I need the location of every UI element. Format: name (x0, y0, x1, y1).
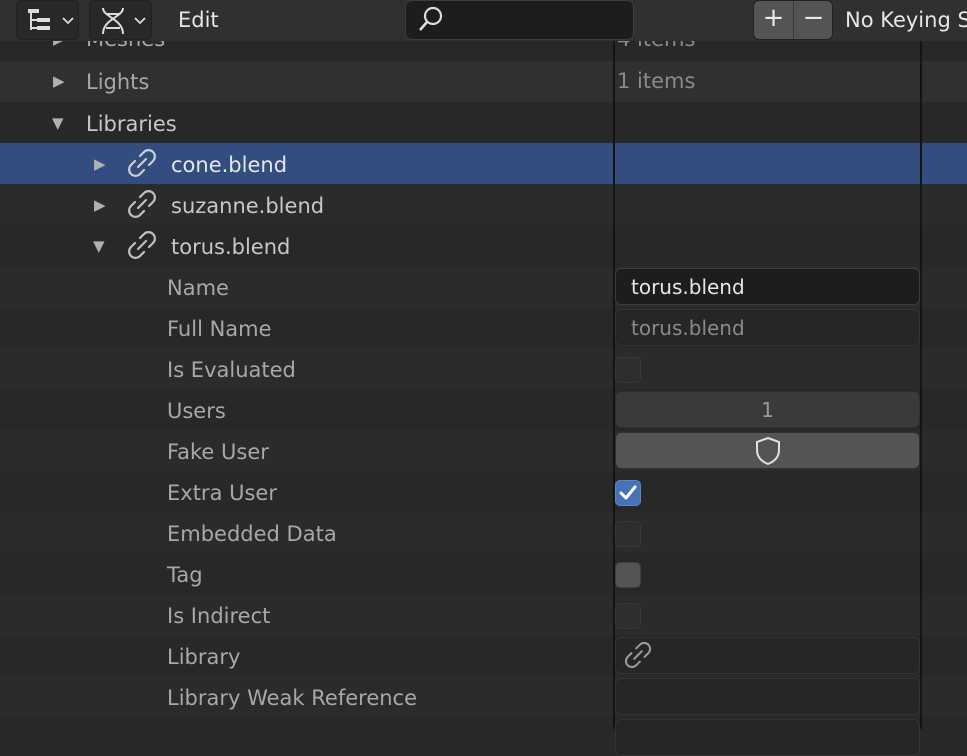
tree-item-torus-blend[interactable]: ▼ torus.blend (0, 225, 967, 266)
plus-icon[interactable]: + (754, 3, 793, 33)
tree-item-label: cone.blend (171, 153, 288, 177)
outliner-tree: ▶ Meshes 4 items ▶ Lights 1 items ▼ Libr… (0, 41, 967, 729)
search-icon (419, 6, 443, 31)
property-label: Embedded Data (167, 522, 337, 546)
is-evaluated-checkbox (615, 357, 641, 383)
keying-set-add-remove: + − (753, 0, 833, 40)
outliner-icon (28, 9, 50, 30)
tree-item-suzanne-blend[interactable]: ▶ suzanne.blend (0, 184, 967, 225)
tree-item-libraries[interactable]: ▼ Libraries (0, 102, 967, 143)
property-label: Fake User (167, 440, 269, 464)
tree-item-lights[interactable]: ▶ Lights 1 items (0, 61, 967, 102)
tree-item-label: suzanne.blend (171, 194, 325, 218)
embedded-data-checkbox (615, 521, 641, 547)
property-label: Is Evaluated (167, 358, 296, 382)
is-indirect-checkbox (615, 603, 641, 629)
menu-edit[interactable]: Edit (178, 8, 219, 32)
link-icon (624, 641, 652, 669)
minus-icon[interactable]: − (794, 3, 832, 33)
property-row-is-evaluated: Is Evaluated (0, 348, 967, 389)
collapsed-arrow-icon[interactable]: ▶ (53, 72, 65, 90)
extra-user-checkbox[interactable] (615, 480, 641, 506)
full-name-field: torus.blend (615, 309, 920, 346)
checkmark-icon (619, 485, 637, 500)
search-input[interactable] (405, 0, 634, 40)
property-label: Tag (167, 563, 203, 587)
tree-item-label: Lights (86, 70, 150, 94)
tree-item-label: Meshes (86, 41, 165, 51)
library-weak-reference-field (615, 678, 920, 715)
library-field (615, 637, 920, 674)
link-icon (128, 231, 156, 259)
property-row-tag: Tag (0, 553, 967, 594)
property-label: Full Name (167, 317, 272, 341)
display-mode-button[interactable] (89, 0, 152, 40)
property-row-is-indirect: Is Indirect (0, 594, 967, 635)
fake-user-toggle[interactable] (615, 432, 920, 469)
next-field (615, 719, 920, 756)
link-icon (128, 190, 156, 218)
property-label: Library Weak Reference (167, 686, 418, 710)
keying-set-label[interactable]: No Keying S (845, 8, 967, 32)
collapsed-arrow-icon[interactable]: ▶ (53, 41, 65, 48)
editor-type-button[interactable] (16, 0, 79, 40)
tag-checkbox[interactable] (615, 562, 641, 588)
property-row-embedded-data: Embedded Data (0, 512, 967, 553)
shield-icon (756, 436, 780, 466)
property-label: Library (167, 645, 241, 669)
property-label: Is Indirect (167, 604, 271, 628)
chevron-down-icon (134, 17, 146, 25)
property-label: Name (167, 276, 229, 300)
expanded-arrow-icon[interactable]: ▼ (93, 237, 105, 255)
outliner-header: Edit + − No Keying S (0, 0, 967, 41)
collapsed-arrow-icon[interactable]: ▶ (94, 155, 106, 173)
property-label: Extra User (167, 481, 277, 505)
property-row-extra-user: Extra User (0, 471, 967, 512)
data-api-icon (102, 7, 124, 35)
tree-item-label: Libraries (86, 112, 177, 136)
column-divider (920, 41, 922, 729)
collapsed-arrow-icon[interactable]: ▶ (94, 196, 106, 214)
name-field[interactable]: torus.blend (615, 268, 920, 305)
item-count: 4 items (617, 41, 695, 51)
link-icon (128, 149, 156, 177)
item-count: 1 items (617, 69, 696, 93)
chevron-down-icon (62, 17, 74, 25)
tree-item-label: torus.blend (171, 235, 291, 259)
tree-item-cone-blend[interactable]: ▶ cone.blend (0, 143, 967, 184)
property-label: Users (167, 399, 226, 423)
tree-item-meshes[interactable]: ▶ Meshes 4 items (0, 41, 967, 60)
expanded-arrow-icon[interactable]: ▼ (52, 114, 64, 132)
users-field: 1 (615, 391, 920, 428)
